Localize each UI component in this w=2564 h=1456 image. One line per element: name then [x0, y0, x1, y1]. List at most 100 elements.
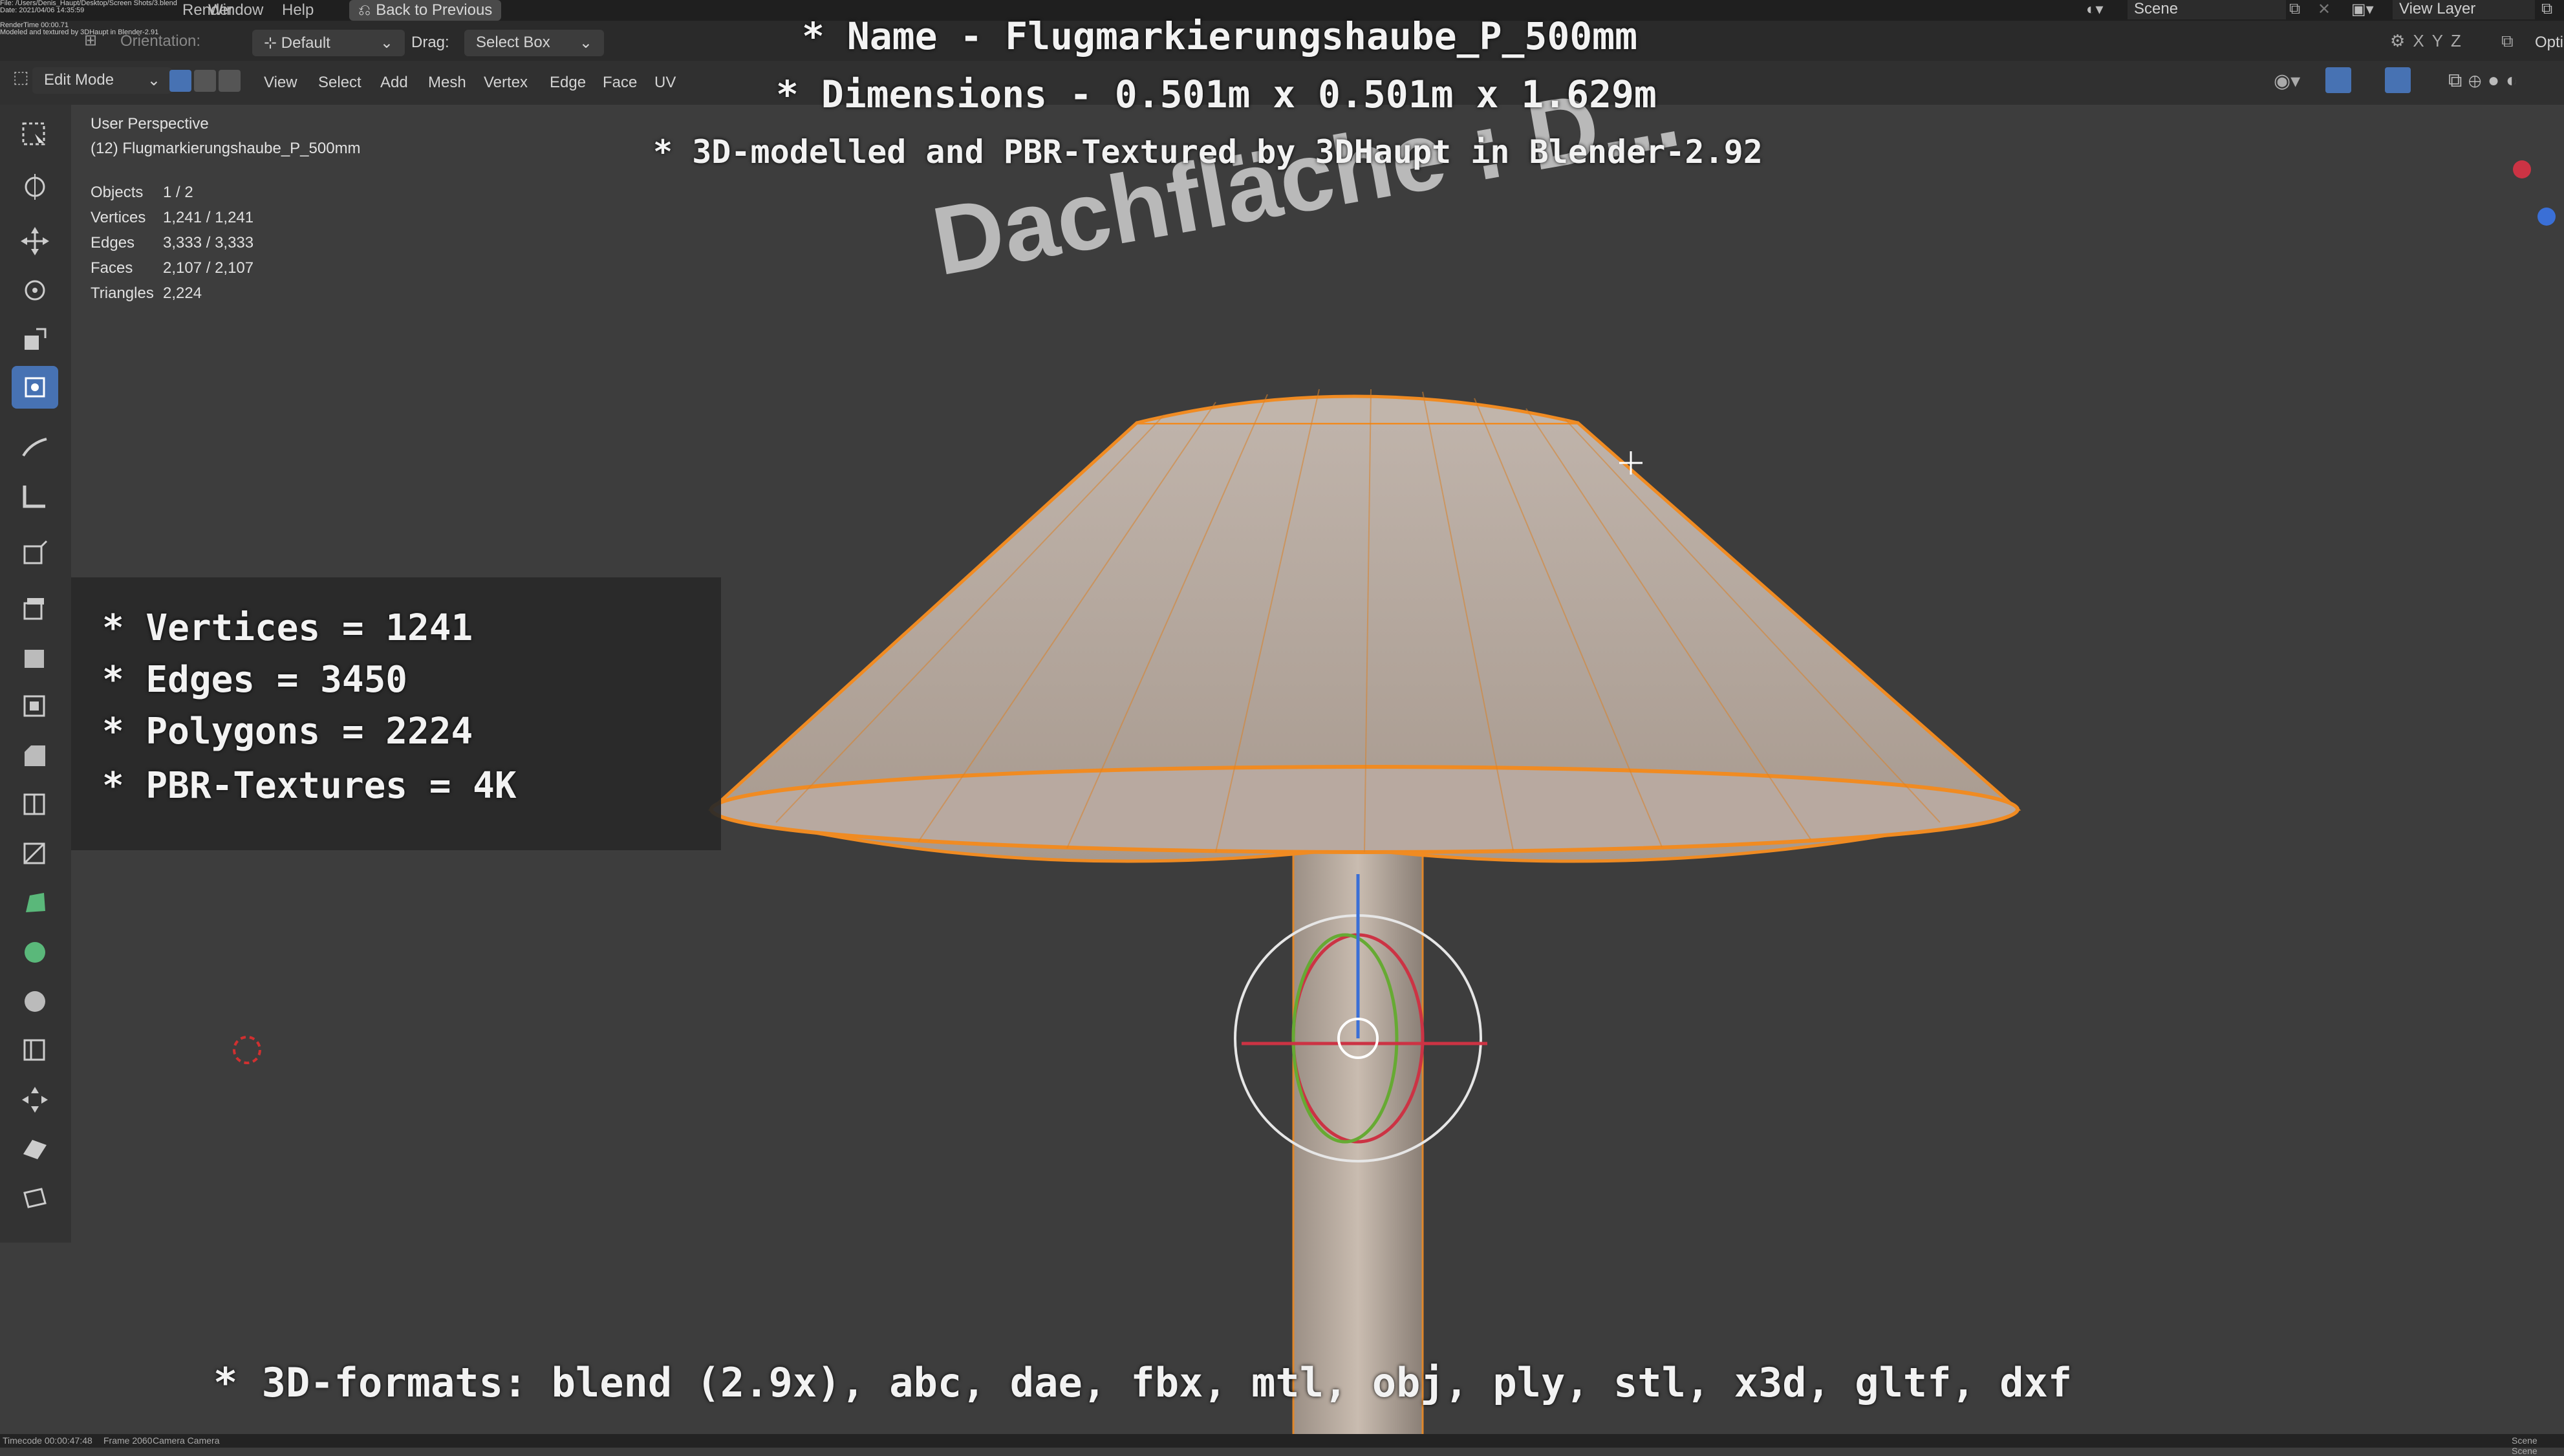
- extrude-region-tool[interactable]: [12, 636, 58, 679]
- y-axis-toggle[interactable]: Y: [2432, 31, 2451, 50]
- menu-window[interactable]: Window: [208, 1, 263, 19]
- stat-label: Objects: [91, 184, 144, 201]
- scene-icon[interactable]: ◐▾: [2086, 0, 2118, 19]
- loop-cut-icon: [23, 793, 45, 815]
- inset-icon: [23, 695, 45, 717]
- nav-x-axis-icon[interactable]: [2513, 160, 2531, 178]
- view-layer-field[interactable]: View Layer: [2393, 0, 2535, 19]
- stat-label: Vertices: [91, 209, 146, 226]
- chevron-down-icon: ⌄: [380, 34, 393, 52]
- annotate-tool[interactable]: [12, 425, 58, 468]
- menu-mesh[interactable]: Mesh: [428, 74, 466, 92]
- editor-type-icon[interactable]: ⬚: [13, 67, 29, 87]
- menu-face[interactable]: Face: [603, 74, 637, 92]
- x-axis-toggle[interactable]: X: [2413, 31, 2431, 50]
- mode-dropdown[interactable]: Edit Mode ⌄: [32, 67, 172, 94]
- menu-view[interactable]: View: [264, 74, 297, 92]
- bevel-tool[interactable]: [12, 734, 58, 777]
- menu-select[interactable]: Select: [318, 74, 361, 92]
- solid-shading-icon[interactable]: ●: [2488, 70, 2506, 91]
- menu-help[interactable]: Help: [282, 1, 314, 19]
- annotate-icon: [22, 438, 47, 457]
- 3d-cursor-icon[interactable]: [233, 1036, 261, 1064]
- mirror-icon[interactable]: ⚙: [2390, 31, 2413, 50]
- status-scene: Scene Scene: [2512, 1435, 2537, 1456]
- rotate-tool[interactable]: [12, 269, 58, 312]
- add-cube-icon: [23, 540, 48, 564]
- smooth-tool[interactable]: [12, 980, 58, 1023]
- options-label[interactable]: Opti: [2535, 34, 2563, 52]
- knife-tool[interactable]: [12, 833, 58, 875]
- scale-tool[interactable]: [12, 318, 58, 361]
- rip-region-tool[interactable]: [12, 1177, 58, 1219]
- xray-icon[interactable]: ⧉: [2448, 70, 2468, 91]
- scene-close-icon[interactable]: ✕: [2318, 0, 2331, 19]
- extrude-tool[interactable]: [12, 587, 58, 630]
- shade-top-mesh: [1136, 394, 1578, 425]
- scene-new-icon[interactable]: ⧉: [2289, 0, 2300, 18]
- scene-field[interactable]: Scene: [2128, 0, 2286, 19]
- menu-vertex[interactable]: Vertex: [484, 74, 528, 92]
- drag-dropdown[interactable]: Select Box ⌄: [464, 30, 604, 56]
- transform-orientation-icon: ⊹: [264, 34, 281, 52]
- nav-z-axis-icon[interactable]: [2537, 208, 2556, 226]
- view-layer-icon[interactable]: ▣▾: [2351, 0, 2374, 19]
- orientation-icon[interactable]: ⊞: [84, 31, 97, 50]
- loop-cut-tool[interactable]: [12, 784, 58, 826]
- poly-build-tool[interactable]: [12, 882, 58, 925]
- axis-toggles[interactable]: ⚙XYZ: [2390, 31, 2469, 51]
- stamp-date: Date: 2021/04/06 14:35:59: [0, 6, 85, 14]
- stat-label: Faces: [91, 259, 133, 277]
- cursor-icon: [25, 174, 45, 200]
- overlays-toggle-icon[interactable]: [2385, 67, 2411, 93]
- shear-tool[interactable]: [12, 1128, 58, 1170]
- edge-select-icon[interactable]: [194, 70, 216, 92]
- menu-add[interactable]: Add: [380, 74, 408, 92]
- visibility-icon[interactable]: ◉▾: [2274, 70, 2300, 92]
- rip-region-icon: [23, 1188, 47, 1208]
- vertex-select-icon[interactable]: [169, 70, 191, 92]
- move-icon: [21, 227, 49, 255]
- transform-tool[interactable]: [12, 366, 58, 409]
- back-to-previous-button[interactable]: ⎌ Back to Previous: [349, 0, 502, 21]
- overlay-dimensions-line: * Dimensions - 0.501m x 0.501m x 1.629m: [776, 72, 1657, 116]
- select-box-icon: [22, 122, 45, 145]
- extrude-region-icon: [25, 650, 44, 668]
- edge-slide-tool[interactable]: [12, 1029, 58, 1072]
- overlay-name-line: * Name - Flugmarkierungshaube_P_500mm: [802, 14, 1638, 58]
- select-box-tool[interactable]: [12, 114, 58, 156]
- spin-tool[interactable]: [12, 931, 58, 974]
- poly-build-icon: [26, 893, 45, 912]
- menu-edge[interactable]: Edge: [550, 74, 586, 92]
- drag-label: Drag:: [411, 34, 449, 51]
- stat-label: Edges: [91, 234, 135, 252]
- info-box: * Vertices = 1241 * Edges = 3450 * Polyg…: [71, 577, 721, 850]
- shear-icon: [23, 1140, 47, 1159]
- material-shading-icon[interactable]: ◐: [2506, 70, 2524, 91]
- view-layer-new-icon[interactable]: ⧉: [2541, 0, 2552, 18]
- measure-tool[interactable]: [12, 475, 58, 517]
- knife-icon: [23, 842, 45, 864]
- rotate-icon: [25, 280, 45, 301]
- shrink-fatten-icon: [22, 1087, 48, 1113]
- face-select-icon[interactable]: [219, 70, 241, 92]
- overlay-credit-line: * 3D-modelled and PBR-Textured by 3DHaup…: [653, 133, 1763, 171]
- options-icon[interactable]: ⧉: [2501, 31, 2514, 52]
- mesh-statistics: Objects 1 / 2 Vertices 1,241 / 1,241 Edges…: [91, 180, 253, 306]
- shading-modes[interactable]: ⧉⊕●◐: [2448, 70, 2524, 92]
- wireframe-shading-icon[interactable]: ⊕: [2468, 70, 2488, 91]
- orientation-label: Orientation:: [120, 32, 201, 50]
- info-vertices: * Vertices = 1241: [102, 607, 473, 649]
- orientation-dropdown[interactable]: ⊹ Default ⌄: [252, 30, 405, 56]
- inset-tool[interactable]: [12, 685, 58, 728]
- add-cube-tool[interactable]: [12, 531, 58, 574]
- move-tool[interactable]: [12, 220, 58, 262]
- shrink-fatten-tool[interactable]: [12, 1078, 58, 1121]
- menu-uv[interactable]: UV: [654, 74, 676, 92]
- spin-icon: [25, 942, 45, 963]
- z-axis-toggle[interactable]: Z: [2451, 31, 2469, 50]
- gizmo-toggle-icon[interactable]: [2325, 67, 2351, 93]
- cursor-tool[interactable]: [12, 166, 58, 208]
- active-object-name: (12) Flugmarkierungshaube_P_500mm: [91, 140, 361, 157]
- scale-icon: [25, 328, 47, 350]
